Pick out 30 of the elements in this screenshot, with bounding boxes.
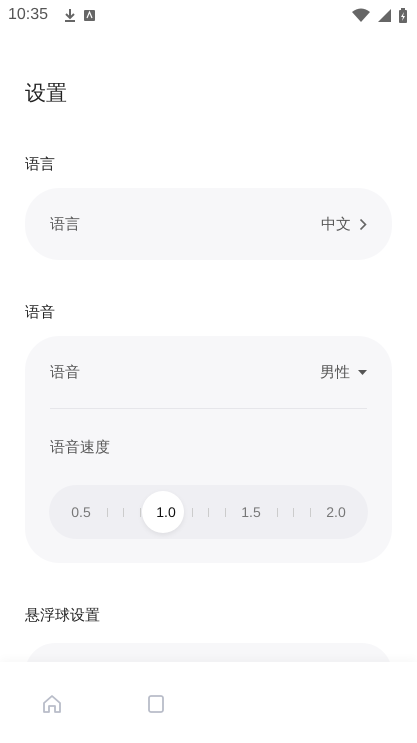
- speed-label: 1.5: [241, 504, 261, 520]
- tick-mark: [224, 508, 226, 516]
- voice-dropdown[interactable]: 男性: [320, 362, 367, 382]
- signal-icon: [378, 8, 391, 22]
- wifi-icon: [352, 8, 370, 22]
- speed-label: 0.5: [71, 504, 91, 520]
- chevron-right-icon: [359, 218, 367, 230]
- status-time: 10:35: [8, 6, 48, 24]
- language-selector[interactable]: 中文: [321, 214, 367, 234]
- setting-label: 语音: [50, 362, 80, 382]
- dropdown-arrow-icon: [358, 370, 367, 374]
- setting-label: 语言: [50, 214, 80, 234]
- slider-thumb[interactable]: [142, 491, 184, 533]
- tick-mark: [123, 508, 124, 516]
- setting-label: 语音速度: [50, 436, 111, 458]
- document-icon[interactable]: [147, 694, 166, 714]
- tick-mark: [208, 508, 209, 516]
- speed-label: 2.0: [326, 504, 346, 520]
- speed-slider[interactable]: 0.5 1.0 1.5 2.0: [49, 485, 368, 539]
- tick-mark: [276, 508, 278, 516]
- section-heading: 语音: [25, 302, 56, 322]
- download-icon: [64, 8, 76, 22]
- speed-label: 1.0: [156, 504, 176, 520]
- tick-mark: [106, 508, 108, 516]
- page-title: 设置: [25, 80, 68, 107]
- battery-icon: [399, 8, 407, 22]
- section-heading: 悬浮球设置: [25, 605, 101, 625]
- section-heading: 语言: [25, 154, 56, 174]
- home-icon[interactable]: [42, 694, 62, 714]
- tick-mark: [293, 508, 294, 516]
